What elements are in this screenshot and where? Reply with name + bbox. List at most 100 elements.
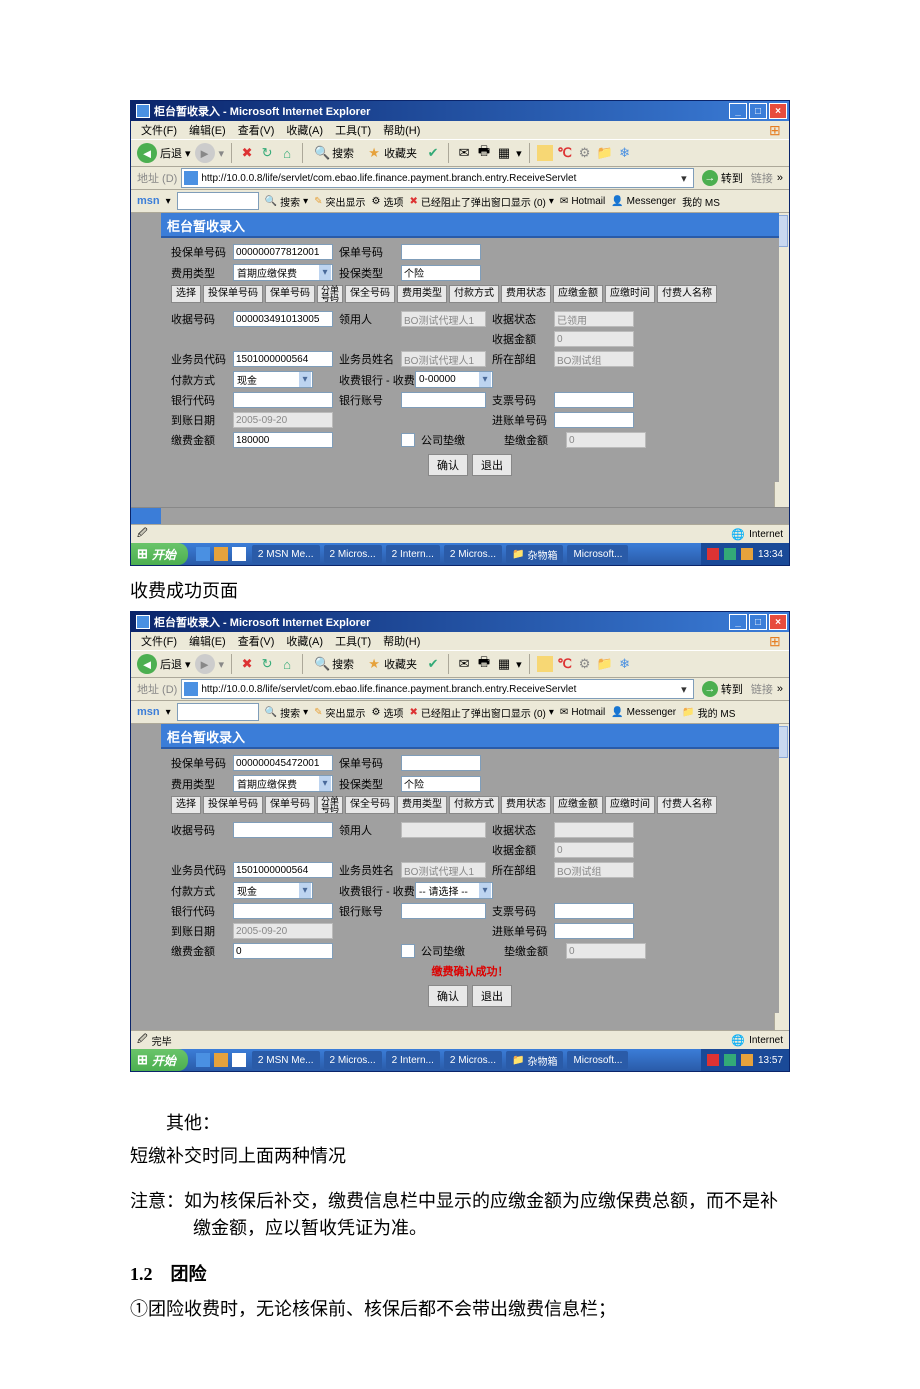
search-button[interactable]: 🔍 搜索	[310, 652, 358, 676]
start-button[interactable]: 开始	[131, 1049, 188, 1071]
ql-icon-3[interactable]	[232, 547, 246, 561]
address-input[interactable]: http://10.0.0.8/life/servlet/com.ebao.li…	[181, 679, 694, 699]
maximize-button[interactable]: □	[749, 614, 767, 630]
hdr-pay-method[interactable]: 付款方式	[449, 285, 499, 303]
mail-icon[interactable]: ✉	[456, 656, 472, 672]
ql-icon-3[interactable]	[232, 1053, 246, 1067]
confirm-button[interactable]: 确认	[428, 985, 468, 1007]
close-button[interactable]: ×	[769, 614, 787, 630]
history-icon[interactable]: ✔	[425, 656, 441, 672]
tray-icon[interactable]	[707, 1054, 719, 1066]
input-bank-acct2[interactable]	[401, 903, 486, 919]
input-policy-no[interactable]	[401, 755, 481, 771]
menu-help[interactable]: 帮助(H)	[379, 633, 424, 649]
home-button[interactable]: ⌂	[279, 656, 295, 672]
hdr-fee-status[interactable]: 费用状态	[501, 285, 551, 303]
favorites-button[interactable]: ★ 收藏夹	[362, 141, 421, 165]
task-item[interactable]: Microsoft...	[567, 1051, 628, 1069]
close-button[interactable]: ×	[769, 103, 787, 119]
stop-button[interactable]: ✖	[239, 145, 255, 161]
links-label[interactable]: 链接	[751, 170, 773, 186]
go-button[interactable]: → 转到	[698, 681, 747, 697]
hdr-proposal-no[interactable]: 投保单号码	[203, 796, 263, 814]
dropdown-icon[interactable]: ▾	[677, 683, 691, 696]
dropdown-icon[interactable]: ▾	[677, 172, 691, 185]
misc-icon[interactable]: ❄	[617, 656, 633, 672]
forward-button[interactable]: ►	[195, 143, 215, 163]
tool-icon[interactable]: ⚙	[577, 656, 593, 672]
hdr-fee-status[interactable]: 费用状态	[501, 796, 551, 814]
app-icon[interactable]	[537, 656, 553, 672]
msn-search-input[interactable]	[177, 192, 259, 210]
hdr-payer[interactable]: 付费人名称	[657, 796, 717, 814]
address-input[interactable]: http://10.0.0.8/life/servlet/com.ebao.li…	[181, 168, 694, 188]
task-item[interactable]: 2 Micros...	[444, 545, 502, 563]
ql-icon-1[interactable]	[196, 1053, 210, 1067]
btn-select[interactable]: 选择	[171, 796, 201, 814]
msn-messenger-button[interactable]: 👤Messenger	[611, 707, 676, 718]
hdr-due-amt[interactable]: 应缴金额	[553, 796, 603, 814]
maximize-button[interactable]: □	[749, 103, 767, 119]
menu-fav[interactable]: 收藏(A)	[282, 633, 327, 649]
menu-view[interactable]: 查看(V)	[234, 122, 279, 138]
home-button[interactable]: ⌂	[279, 145, 295, 161]
folder-icon[interactable]: 📁	[597, 656, 613, 672]
print-icon[interactable]: 🖶	[476, 145, 492, 161]
exit-button[interactable]: 退出	[472, 985, 512, 1007]
msn-messenger-button[interactable]: 👤Messenger	[611, 196, 676, 207]
start-button[interactable]: 开始	[131, 543, 188, 565]
menu-tools[interactable]: 工具(T)	[331, 122, 375, 138]
input-bank-code[interactable]	[233, 903, 333, 919]
hdr-due-time[interactable]: 应缴时间	[605, 796, 655, 814]
input-pay-amt[interactable]	[233, 943, 333, 959]
ql-icon-1[interactable]	[196, 547, 210, 561]
select-pay-method[interactable]: 现金	[233, 371, 313, 388]
hdr-preserve-no[interactable]: 保全号码	[345, 796, 395, 814]
input-cheque-no[interactable]	[554, 392, 634, 408]
ql-icon-2[interactable]	[214, 1053, 228, 1067]
print-icon[interactable]: 🖶	[476, 656, 492, 672]
input-receipt-no[interactable]	[233, 311, 333, 327]
hdr-fee-type[interactable]: 费用类型	[397, 285, 447, 303]
links-label[interactable]: 链接	[751, 681, 773, 697]
input-entry-no[interactable]	[554, 412, 634, 428]
cyc-icon[interactable]: ℃	[557, 656, 573, 672]
hdr-proposal-no[interactable]: 投保单号码	[203, 285, 263, 303]
search-button[interactable]: 🔍 搜索	[310, 141, 358, 165]
input-ins-type[interactable]	[401, 776, 481, 792]
refresh-button[interactable]: ↻	[259, 656, 275, 672]
task-item[interactable]: 📁杂物箱	[506, 545, 563, 563]
back-button[interactable]: ◄ 后退 ▾	[137, 143, 191, 163]
hdr-sub-no[interactable]: 分单号码	[317, 796, 343, 814]
input-proposal-no[interactable]	[233, 244, 333, 260]
tray-icon[interactable]	[707, 548, 719, 560]
msn-popup-blocked[interactable]: ✖已经阻止了弹出窗口显示 (0)▾	[410, 705, 554, 720]
hdr-policy-no[interactable]: 保单号码	[265, 796, 315, 814]
task-item[interactable]: 2 MSN Me...	[252, 1051, 320, 1069]
menu-view[interactable]: 查看(V)	[234, 633, 279, 649]
tool-icon[interactable]: ⚙	[577, 145, 593, 161]
checkbox-company-adv[interactable]	[401, 944, 415, 958]
task-item[interactable]: 2 Intern...	[386, 1051, 440, 1069]
input-receipt-no[interactable]	[233, 822, 333, 838]
select-bank-acct[interactable]: 0-00000	[415, 371, 493, 388]
input-policy-no[interactable]	[401, 244, 481, 260]
hdr-payer[interactable]: 付费人名称	[657, 285, 717, 303]
hdr-preserve-no[interactable]: 保全号码	[345, 285, 395, 303]
tray-icon[interactable]	[741, 548, 753, 560]
select-fee-type[interactable]: 首期应缴保费	[233, 775, 333, 792]
tray-icon[interactable]	[741, 1054, 753, 1066]
msn-highlight-button[interactable]: ✎突出显示	[314, 705, 365, 720]
input-bank-acct2[interactable]	[401, 392, 486, 408]
input-agent-code[interactable]	[233, 862, 333, 878]
msn-options-button[interactable]: ⚙选项	[372, 705, 404, 720]
task-item[interactable]: 2 Micros...	[324, 1051, 382, 1069]
task-item[interactable]: 📁杂物箱	[506, 1051, 563, 1069]
btn-select[interactable]: 选择	[171, 285, 201, 303]
msn-options-button[interactable]: ⚙选项	[372, 194, 404, 209]
task-item[interactable]: 2 MSN Me...	[252, 545, 320, 563]
favorites-button[interactable]: ★ 收藏夹	[362, 652, 421, 676]
menu-fav[interactable]: 收藏(A)	[282, 122, 327, 138]
checkbox-company-adv[interactable]	[401, 433, 415, 447]
confirm-button[interactable]: 确认	[428, 454, 468, 476]
